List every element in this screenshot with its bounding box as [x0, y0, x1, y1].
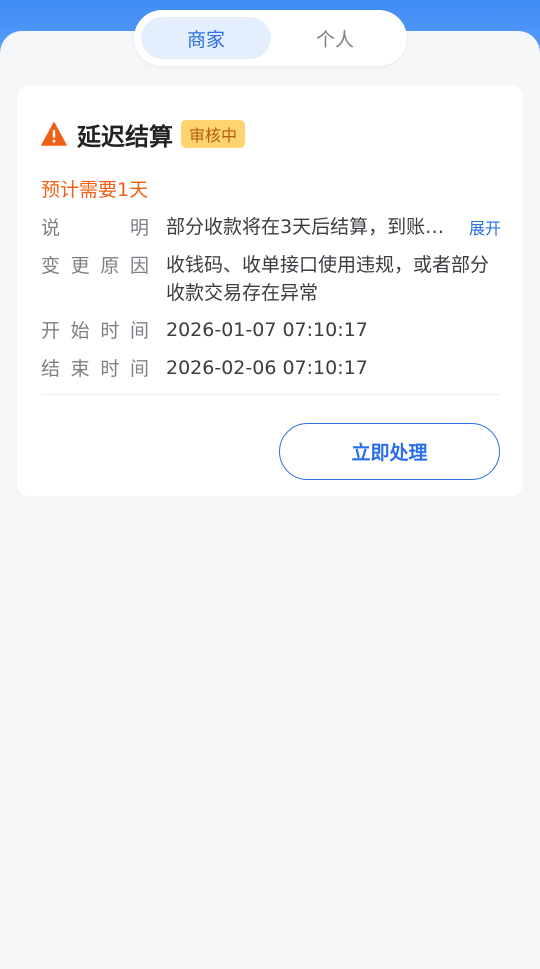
description-value: 部分收款将在3天后结算，到账时间延迟	[166, 216, 451, 238]
start-time-value: 2026-01-07 07:10:17	[166, 319, 368, 341]
warning-triangle-icon	[41, 122, 67, 146]
status-badge: 审核中	[181, 120, 246, 148]
settlement-card: 延迟结算 审核中 预计需要1天 说 明 部分收款将在3天后结算，到账时间延迟 展…	[17, 85, 523, 496]
row-label: 变 更 原 因	[41, 255, 149, 277]
divider	[41, 394, 500, 395]
reason-value: 收钱码、收单接口使用违规，或者部分收款交易存在异常	[166, 254, 490, 304]
tab-merchant[interactable]: 商家	[141, 17, 271, 59]
row-label: 说 明	[41, 217, 149, 239]
tab-switcher: 商家 个人	[134, 10, 407, 66]
card-title-row: 延迟结算 审核中	[41, 118, 246, 151]
tab-personal[interactable]: 个人	[270, 17, 400, 59]
card-title: 延迟结算	[77, 122, 173, 151]
expand-link[interactable]: 展开	[469, 215, 501, 239]
row-label: 开 始 时 间	[41, 320, 149, 342]
process-now-button[interactable]: 立即处理	[279, 423, 500, 480]
row-label: 结 束 时 间	[41, 358, 149, 380]
end-time-value: 2026-02-06 07:10:17	[166, 357, 368, 379]
eta-text: 预计需要1天	[41, 179, 149, 201]
